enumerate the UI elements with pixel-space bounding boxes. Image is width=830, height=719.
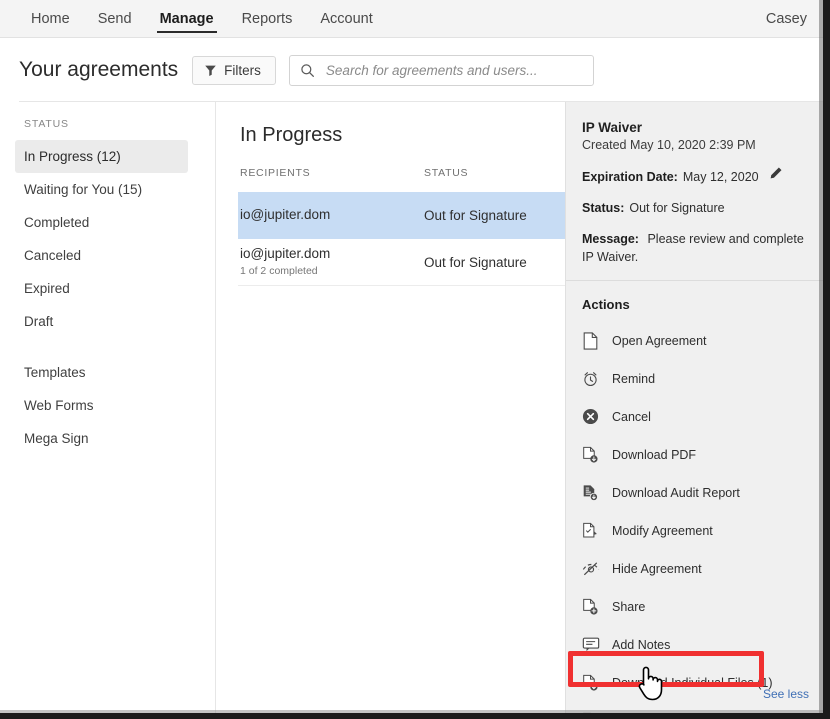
status-row: Status: Out for Signature [582,199,809,217]
action-remind[interactable]: Remind [582,360,809,398]
document-download-icon [582,446,612,464]
row-status: Out for Signature [424,208,565,223]
row-recipient: io@jupiter.dom 1 of 2 completed [240,246,424,278]
nav-item-home[interactable]: Home [17,0,84,38]
sidebar-item-completed[interactable]: Completed [15,206,188,239]
page-header: Your agreements Filters [0,38,823,102]
action-label: Share [612,600,645,614]
page-title: Your agreements [19,58,178,82]
search-box[interactable] [289,55,594,86]
window-border-right [823,0,830,719]
action-label: Open Agreement [612,334,707,348]
filters-button-label: Filters [224,63,261,78]
nav-items: Home Send Manage Reports Account [0,0,823,38]
report-download-icon [582,484,612,502]
row-recipient-email: io@jupiter.dom [240,246,330,261]
body-columns: STATUS In Progress (12) Waiting for You … [0,102,823,713]
expiration-date-row: Expiration Date: May 12, 2020 [582,166,809,186]
edit-pencil-icon[interactable] [768,166,783,181]
nav-item-reports[interactable]: Reports [228,0,307,38]
action-download-audit-report[interactable]: Download Audit Report [582,474,809,512]
status-value: Out for Signature [629,199,724,217]
window-border-bottom [0,713,830,719]
document-share-icon [582,598,612,616]
user-account-menu[interactable]: Casey [766,0,807,38]
action-label: Download PDF [612,448,696,462]
list-column-headers: RECIPIENTS STATUS [238,167,565,192]
action-label: Add Notes [612,638,670,652]
eye-off-icon [582,561,612,577]
action-label: Download Individual Files (1) [612,676,773,690]
column-header-recipients: RECIPIENTS [240,167,424,179]
sidebar-item-draft[interactable]: Draft [15,305,188,338]
filters-button[interactable]: Filters [192,56,276,85]
agreement-name: IP Waiver [582,120,809,135]
row-recipient-email: io@jupiter.dom [240,207,330,222]
application-window: Home Send Manage Reports Account Casey Y… [0,0,830,719]
sidebar: STATUS In Progress (12) Waiting for You … [0,102,216,713]
top-navigation-bar: Home Send Manage Reports Account Casey [0,0,823,38]
cancel-circle-icon [582,408,612,425]
filter-icon [204,64,217,77]
sidebar-spacer [0,338,215,356]
action-label: Hide Agreement [612,562,702,576]
expiration-date-value: May 12, 2020 [683,168,759,186]
column-header-status: STATUS [424,167,565,179]
note-icon [582,636,612,653]
sidebar-item-web-forms[interactable]: Web Forms [15,389,188,422]
agreement-detail-panel: IP Waiver Created May 10, 2020 2:39 PM E… [565,102,823,713]
table-row[interactable]: io@jupiter.dom 1 of 2 completed Out for … [238,239,565,286]
sidebar-item-in-progress[interactable]: In Progress (12) [15,140,188,173]
sidebar-item-expired[interactable]: Expired [15,272,188,305]
alarm-clock-icon [582,370,612,388]
agreement-created-date: Created May 10, 2020 2:39 PM [582,138,809,152]
document-icon [582,332,612,350]
nav-item-send[interactable]: Send [84,0,146,38]
nav-item-manage[interactable]: Manage [146,0,228,38]
list-title: In Progress [238,124,565,147]
action-modify-agreement[interactable]: Modify Agreement [582,512,809,550]
expiration-date-label: Expiration Date: [582,168,678,186]
message-label: Message: [582,232,639,246]
row-recipient-progress: 1 of 2 completed [240,265,424,278]
nav-item-account[interactable]: Account [306,0,386,38]
action-label: Download Audit Report [612,486,740,500]
see-less-link[interactable]: See less [763,687,809,701]
table-row[interactable]: io@jupiter.dom Out for Signature [238,192,565,239]
action-label: Cancel [612,410,651,424]
sidebar-item-canceled[interactable]: Canceled [15,239,188,272]
main-content: Your agreements Filters [0,38,823,713]
row-recipient: io@jupiter.dom [240,207,424,224]
row-status: Out for Signature [424,255,565,270]
action-cancel[interactable]: Cancel [582,398,809,436]
status-label: Status: [582,199,624,217]
action-label: Modify Agreement [612,524,713,538]
action-download-pdf[interactable]: Download PDF [582,436,809,474]
sidebar-item-waiting-for-you[interactable]: Waiting for You (15) [15,173,188,206]
action-share[interactable]: Share [582,588,809,626]
action-hide-agreement[interactable]: Hide Agreement [582,550,809,588]
search-input[interactable] [324,62,583,79]
actions-heading: Actions [582,281,809,322]
document-edit-icon [582,522,612,540]
agreements-list-panel: In Progress RECIPIENTS STATUS io@jupiter… [216,102,565,713]
action-add-notes[interactable]: Add Notes [582,626,809,664]
sidebar-item-templates[interactable]: Templates [15,356,188,389]
sidebar-item-mega-sign[interactable]: Mega Sign [15,422,188,455]
sidebar-section-label-status: STATUS [0,118,215,140]
document-download-icon [582,674,612,692]
message-row: Message: Please review and complete IP W… [582,230,809,266]
action-open-agreement[interactable]: Open Agreement [582,322,809,360]
action-label: Remind [612,372,655,386]
search-icon [300,63,315,78]
